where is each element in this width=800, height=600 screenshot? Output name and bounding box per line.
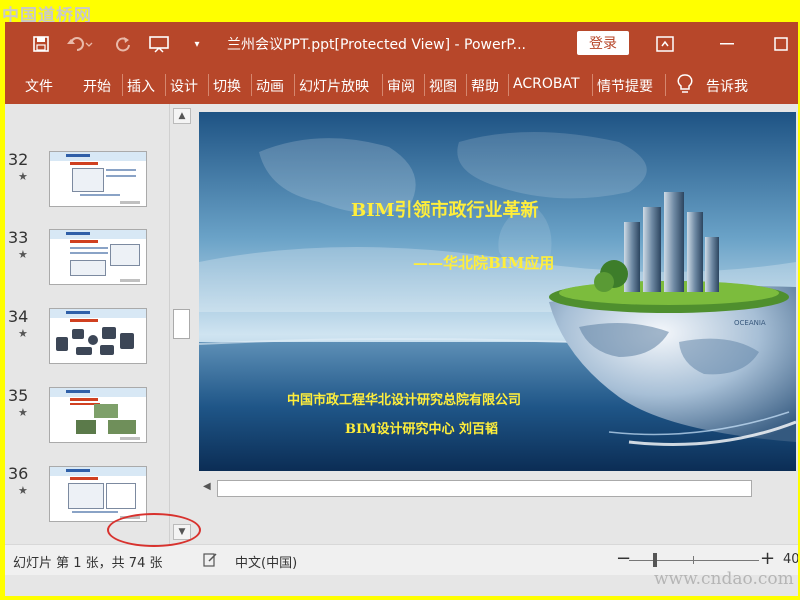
animation-star-icon: ★ [18, 248, 28, 261]
slide-subtitle: ——华北院BIM应用 [413, 254, 554, 272]
ribbon-display-icon[interactable] [653, 32, 677, 56]
animation-star-icon: ★ [18, 170, 28, 183]
slide-number: 36 [8, 464, 29, 483]
powerpoint-window: ▾ 兰州会议PPT.ppt[Protected View] - PowerP..… [5, 22, 798, 596]
maximize-icon[interactable] [769, 32, 793, 56]
tab-divider [592, 74, 593, 96]
slide-thumbnail-32[interactable] [49, 151, 147, 207]
zoom-out-button[interactable]: − [616, 548, 631, 569]
slide-thumbnail-pane: 32 ★ 33 ★ 34 ★ 35 ★ 36 ★ [5, 104, 169, 561]
tell-me-search[interactable]: 告诉我 [706, 76, 748, 96]
scroll-up-icon[interactable]: ▲ [173, 108, 191, 124]
zoom-in-button[interactable]: + [760, 548, 775, 569]
tab-divider [382, 74, 383, 96]
slide-number: 34 [8, 307, 29, 326]
tab-divider [294, 74, 295, 96]
language-indicator[interactable]: 中文(中国) [235, 552, 297, 571]
animation-star-icon: ★ [18, 327, 28, 340]
tab-transitions[interactable]: 切换 [213, 76, 241, 96]
animation-star-icon: ★ [18, 406, 28, 419]
undo-icon[interactable] [65, 32, 95, 56]
scrollbar-thumb[interactable] [173, 309, 190, 339]
tab-animations[interactable]: 动画 [256, 76, 284, 96]
tab-design[interactable]: 设计 [170, 76, 198, 96]
slide-thumbnail-33[interactable] [49, 229, 147, 285]
slide-thumbnail-35[interactable] [49, 387, 147, 443]
title-bar: ▾ 兰州会议PPT.ppt[Protected View] - PowerP..… [5, 22, 798, 66]
animation-star-icon: ★ [18, 484, 28, 497]
thumbnail-scrollbar[interactable]: ▲ ▼ [169, 104, 192, 556]
lightbulb-icon[interactable] [677, 73, 693, 99]
tab-view[interactable]: 视图 [429, 76, 457, 96]
present-icon[interactable] [147, 32, 171, 56]
slide-canvas[interactable]: OCEANIA BIM引领市政行业革新 ——华北院BIM应用 中国市政工程华北设… [199, 112, 796, 471]
ribbon-tabs: 文件 开始 插入 设计 切换 动画 幻灯片放映 审阅 视图 帮助 ACROBAT… [5, 66, 798, 104]
tab-divider [251, 74, 252, 96]
tab-divider [466, 74, 467, 96]
highlight-circle [107, 513, 201, 547]
slide-organization: 中国市政工程华北设计研究总院有限公司 [287, 392, 521, 408]
slide-background-art: OCEANIA BIM引领市政行业革新 ——华北院BIM应用 中国市政工程华北设… [199, 112, 796, 471]
zoom-slider-track[interactable] [629, 560, 759, 561]
tab-divider [165, 74, 166, 96]
slide-number: 33 [8, 228, 29, 247]
tab-review[interactable]: 审阅 [387, 76, 415, 96]
tab-home[interactable]: 开始 [83, 76, 111, 96]
slide-author: BIM设计研究中心 刘百韬 [345, 421, 498, 437]
tab-divider [122, 74, 123, 96]
slide-horizontal-scrollbar[interactable]: ◀ [199, 479, 798, 497]
slide-number: 32 [8, 150, 29, 169]
spell-check-icon[interactable] [203, 553, 217, 571]
scrollbar-thumb[interactable] [217, 480, 752, 497]
quick-access-dropdown-icon[interactable]: ▾ [185, 32, 209, 56]
window-title: 兰州会议PPT.ppt[Protected View] - PowerP... [227, 37, 526, 53]
slide-thumbnail-34[interactable] [49, 308, 147, 364]
tab-storyboard[interactable]: 情节提要 [597, 76, 653, 96]
tab-divider [508, 74, 509, 96]
tab-divider [208, 74, 209, 96]
slide-number: 35 [8, 386, 29, 405]
globe-label: OCEANIA [734, 319, 766, 327]
tab-divider [665, 74, 666, 96]
slide-thumbnail-36[interactable] [49, 466, 147, 522]
watermark-bottom: www.cndao.com [654, 569, 794, 589]
tab-slideshow[interactable]: 幻灯片放映 [299, 76, 369, 96]
zoom-level[interactable]: 40 [783, 552, 798, 567]
login-button[interactable]: 登录 [577, 31, 629, 55]
tab-acrobat[interactable]: ACROBAT [513, 76, 580, 92]
zoom-slider-midmark [693, 556, 694, 564]
tab-insert[interactable]: 插入 [127, 76, 155, 96]
zoom-slider-knob[interactable] [653, 553, 657, 567]
save-icon[interactable] [29, 32, 53, 56]
slide-title: BIM引领市政行业革新 [351, 199, 539, 221]
slide-counter[interactable]: 幻灯片 第 1 张，共 74 张 [13, 552, 162, 571]
minimize-icon[interactable] [715, 32, 739, 56]
tab-file[interactable]: 文件 [25, 76, 53, 96]
scroll-left-icon[interactable]: ◀ [203, 481, 211, 492]
redo-icon[interactable] [111, 32, 135, 56]
tab-help[interactable]: 帮助 [471, 76, 499, 96]
tab-divider [424, 74, 425, 96]
